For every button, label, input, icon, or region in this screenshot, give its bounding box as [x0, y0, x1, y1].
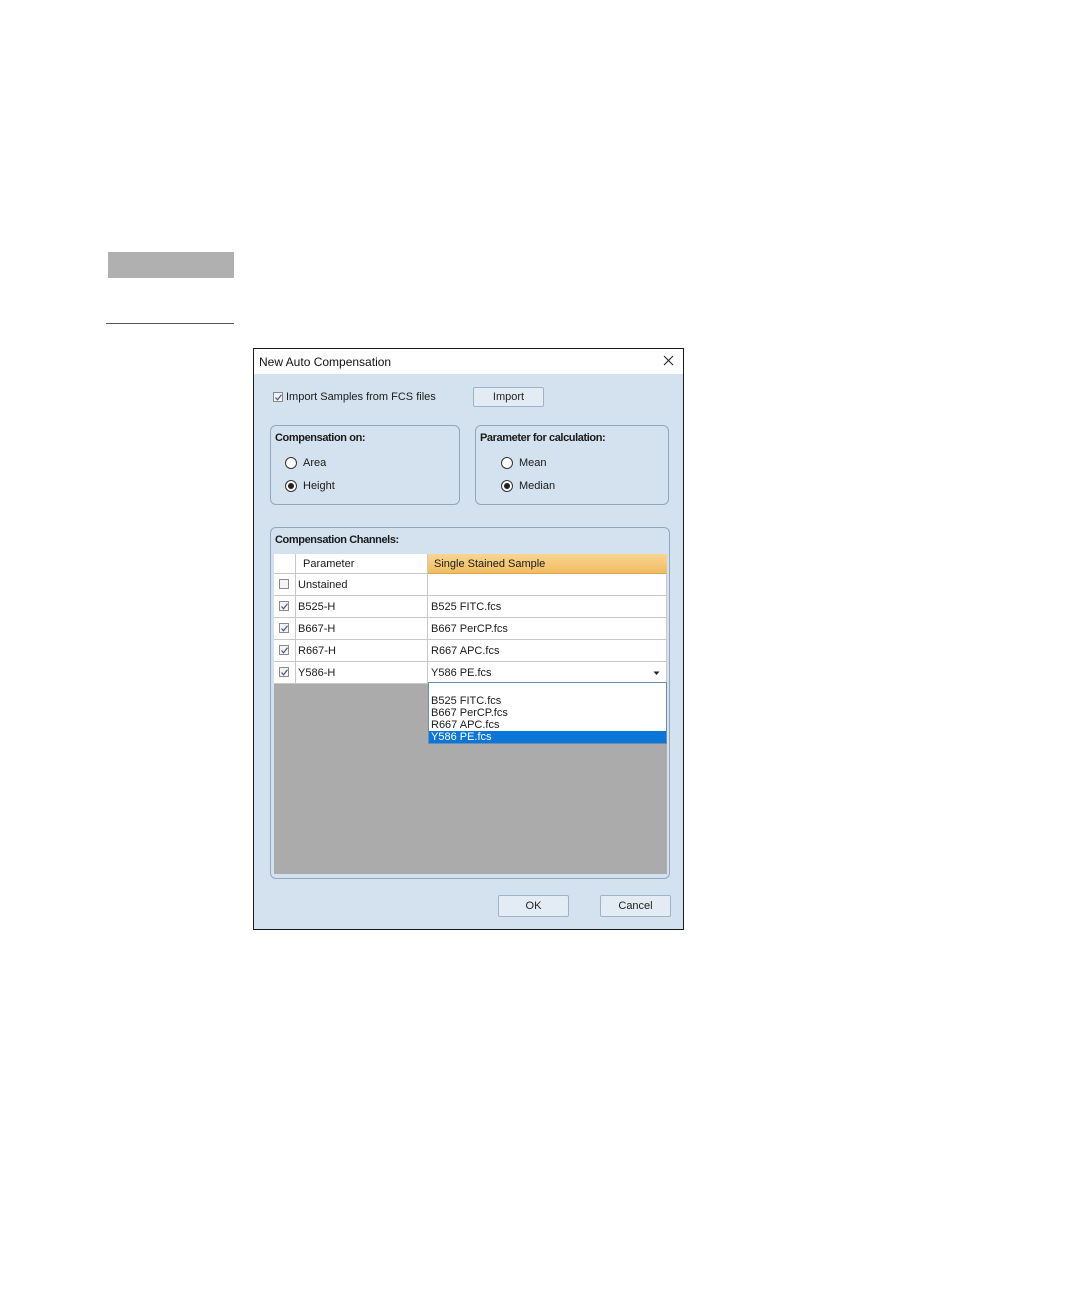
row-checkbox-cell	[274, 574, 296, 596]
channels-grid: Parameter Single Stained Sample Unstaine…	[274, 554, 667, 874]
area-label: Area	[303, 457, 327, 469]
sample-cell[interactable]	[428, 574, 667, 596]
sample-cell[interactable]: B525 FITC.fcs	[428, 596, 667, 618]
table-row[interactable]: Unstained	[274, 574, 667, 596]
table-row[interactable]: B525-H B525 FITC.fcs	[274, 596, 667, 618]
new-auto-compensation-dialog: New Auto Compensation Import Samples fro…	[253, 348, 684, 930]
row-checkbox[interactable]	[279, 579, 289, 589]
grid-header: Parameter Single Stained Sample	[274, 554, 667, 574]
import-samples-label: Import Samples from FCS files	[286, 391, 436, 403]
table-row[interactable]: B667-H B667 PerCP.fcs	[274, 618, 667, 640]
ok-button[interactable]: OK	[498, 895, 569, 917]
cancel-button[interactable]: Cancel	[600, 895, 671, 917]
median-label: Median	[519, 480, 556, 492]
height-radio[interactable]	[285, 480, 297, 492]
mean-radio[interactable]	[501, 457, 513, 469]
sample-cell[interactable]: B667 PerCP.fcs	[428, 618, 667, 640]
parameter-cell[interactable]: Y586-H	[296, 662, 428, 684]
import-button[interactable]: Import	[473, 387, 544, 407]
sample-combobox-value: Y586 PE.fcs	[431, 667, 492, 679]
dropdown-option[interactable]: B525 FITC.fcs	[429, 695, 666, 707]
parameter-cell[interactable]: R667-H	[296, 640, 428, 662]
sample-combobox[interactable]: Y586 PE.fcs	[428, 662, 667, 684]
header-corner	[274, 554, 296, 574]
parameter-calculation-title: Parameter for calculation:	[480, 432, 606, 444]
row-checkbox-cell	[274, 618, 296, 640]
compensation-channels-title: Compensation Channels:	[275, 534, 399, 546]
header-parameter[interactable]: Parameter	[296, 554, 428, 574]
height-label: Height	[303, 480, 335, 492]
compensation-on-group: Compensation on: Area Height	[270, 425, 460, 505]
parameter-cell[interactable]: B525-H	[296, 596, 428, 618]
compensation-on-title: Compensation on:	[275, 432, 366, 444]
dropdown-option[interactable]: R667 APC.fcs	[429, 719, 666, 731]
row-checkbox[interactable]	[279, 623, 289, 633]
page-rule	[106, 323, 234, 324]
mean-label: Mean	[519, 457, 547, 469]
dropdown-option-selected[interactable]: Y586 PE.fcs	[429, 731, 666, 743]
row-checkbox-cell	[274, 662, 296, 684]
dialog-titlebar: New Auto Compensation	[254, 349, 683, 374]
dropdown-option[interactable]: B667 PerCP.fcs	[429, 707, 666, 719]
close-icon[interactable]	[657, 351, 679, 371]
row-checkbox[interactable]	[279, 601, 289, 611]
row-checkbox-cell	[274, 640, 296, 662]
row-checkbox[interactable]	[279, 645, 289, 655]
import-samples-checkbox[interactable]	[273, 392, 283, 402]
parameter-cell[interactable]: B667-H	[296, 618, 428, 640]
area-radio[interactable]	[285, 457, 297, 469]
table-row[interactable]: R667-H R667 APC.fcs	[274, 640, 667, 662]
row-checkbox[interactable]	[279, 667, 289, 677]
sample-cell[interactable]: R667 APC.fcs	[428, 640, 667, 662]
table-row[interactable]: Y586-H Y586 PE.fcs	[274, 662, 667, 684]
header-single-stained-sample[interactable]: Single Stained Sample	[428, 554, 667, 574]
parameter-cell[interactable]: Unstained	[296, 574, 428, 596]
sample-dropdown-list: B525 FITC.fcs B667 PerCP.fcs R667 APC.fc…	[428, 682, 667, 744]
parameter-calculation-group: Parameter for calculation: Mean Median	[475, 425, 669, 505]
page-header-tab	[108, 252, 234, 278]
dialog-title: New Auto Compensation	[259, 355, 392, 369]
median-radio[interactable]	[501, 480, 513, 492]
compensation-channels-group: Compensation Channels: Parameter Single …	[270, 527, 670, 879]
row-checkbox-cell	[274, 596, 296, 618]
chevron-down-icon[interactable]	[653, 662, 660, 684]
